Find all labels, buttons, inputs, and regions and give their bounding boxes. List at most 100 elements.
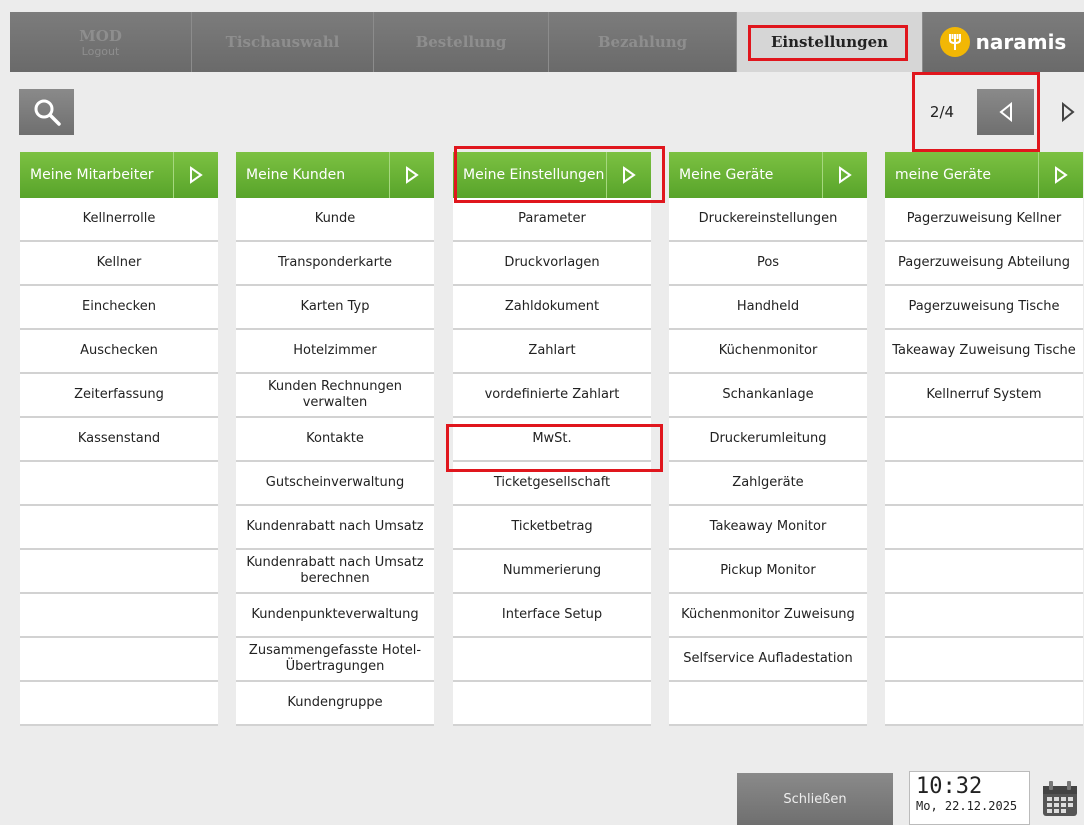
- tab-bestellung-label: Bestellung: [415, 33, 507, 51]
- menu-item[interactable]: Druckvorlagen: [453, 242, 651, 286]
- naramis-logo: naramis: [922, 12, 1084, 72]
- empty-menu-slot: [20, 550, 218, 594]
- previous-page-button[interactable]: [977, 89, 1034, 135]
- menu-item[interactable]: Kellnerrolle: [20, 198, 218, 242]
- arrow-left-icon: [998, 102, 1012, 122]
- menu-item[interactable]: Selfservice Aufladestation: [669, 638, 867, 682]
- empty-menu-slot: [453, 638, 651, 682]
- tab-mod-logout[interactable]: MOD Logout: [10, 12, 192, 72]
- menu-item[interactable]: Ticketbetrag: [453, 506, 651, 550]
- menu-item[interactable]: Transponderkarte: [236, 242, 434, 286]
- tab-tischauswahl[interactable]: Tischauswahl: [192, 12, 374, 72]
- menu-item[interactable]: Zahldokument: [453, 286, 651, 330]
- menu-item[interactable]: Einchecken: [20, 286, 218, 330]
- empty-menu-slot: [885, 638, 1083, 682]
- menu-item[interactable]: Zahlart: [453, 330, 651, 374]
- tab-mod-label: MOD: [79, 26, 122, 45]
- menu-column: Meine Kunden Kunde Transponderkarte Karten …: [236, 152, 434, 726]
- tab-einstellungen[interactable]: Einstellungen: [737, 12, 923, 72]
- menu-item[interactable]: Pagerzuweisung Tische: [885, 286, 1083, 330]
- empty-menu-slot: [885, 418, 1083, 462]
- menu-item[interactable]: Pickup Monitor: [669, 550, 867, 594]
- menu-item[interactable]: Zeiterfassung: [20, 374, 218, 418]
- menu-item[interactable]: Handheld: [669, 286, 867, 330]
- menu-column: meine Geräte Pagerzuweisung Kellner Pagerz…: [885, 152, 1083, 726]
- clock-time: 10:32: [916, 774, 983, 799]
- column-header[interactable]: Meine Geräte: [669, 152, 867, 198]
- calendar-icon[interactable]: [1040, 779, 1080, 819]
- menu-item[interactable]: Takeaway Monitor: [669, 506, 867, 550]
- menu-item[interactable]: Interface Setup: [453, 594, 651, 638]
- close-button[interactable]: Schließen: [737, 773, 893, 825]
- empty-menu-slot: [885, 594, 1083, 638]
- column-header[interactable]: Meine Mitarbeiter: [20, 152, 218, 198]
- menu-item[interactable]: Parameter: [453, 198, 651, 242]
- menu-item[interactable]: Kontakte: [236, 418, 434, 462]
- empty-menu-slot: [885, 506, 1083, 550]
- tab-bestellung[interactable]: Bestellung: [374, 12, 549, 72]
- column-title: meine Geräte: [895, 167, 991, 183]
- menu-column: Meine Geräte Druckereinstellungen Pos Handh…: [669, 152, 867, 726]
- menu-item[interactable]: Kunden Rechnungen verwalten: [236, 374, 434, 418]
- column-title: Meine Einstellungen: [463, 167, 605, 183]
- menu-item[interactable]: vordefinierte Zahlart: [453, 374, 651, 418]
- clock-date: Mo, 22.12.2025: [916, 799, 1018, 813]
- menu-item[interactable]: Kellner: [20, 242, 218, 286]
- column-header[interactable]: Meine Einstellungen: [453, 152, 651, 198]
- menu-item[interactable]: Auschecken: [20, 330, 218, 374]
- menu-item[interactable]: Kellnerruf System: [885, 374, 1083, 418]
- menu-item[interactable]: Pagerzuweisung Kellner: [885, 198, 1083, 242]
- menu-item[interactable]: Kunde: [236, 198, 434, 242]
- menu-item[interactable]: Ticketgesellschaft: [453, 462, 651, 506]
- column-header[interactable]: Meine Kunden: [236, 152, 434, 198]
- empty-menu-slot: [20, 594, 218, 638]
- empty-menu-slot: [885, 462, 1083, 506]
- menu-item[interactable]: Druckerumleitung: [669, 418, 867, 462]
- top-navigation-bar: MOD Logout Tischauswahl Bestellung Bezah…: [10, 12, 1084, 72]
- menu-item[interactable]: MwSt.: [453, 418, 651, 462]
- next-page-button[interactable]: [1039, 89, 1084, 135]
- arrow-right-icon[interactable]: [822, 152, 867, 198]
- menu-column: Meine Einstellungen Parameter Druckvorlage…: [453, 152, 651, 726]
- arrow-right-icon[interactable]: [173, 152, 218, 198]
- menu-item[interactable]: Karten Typ: [236, 286, 434, 330]
- menu-item[interactable]: Nummerierung: [453, 550, 651, 594]
- menu-item[interactable]: Kundengruppe: [236, 682, 434, 726]
- tab-logout-label: Logout: [81, 44, 120, 58]
- menu-item[interactable]: Küchenmonitor Zuweisung: [669, 594, 867, 638]
- menu-item[interactable]: Zusammengefasste Hotel-Übertragungen: [236, 638, 434, 682]
- fork-icon: [939, 27, 970, 57]
- empty-menu-slot: [20, 682, 218, 726]
- empty-menu-slot: [20, 638, 218, 682]
- arrow-right-icon[interactable]: [1038, 152, 1083, 198]
- empty-menu-slot: [453, 682, 651, 726]
- clock-display: 10:32 Mo, 22.12.2025: [909, 771, 1030, 825]
- empty-menu-slot: [885, 550, 1083, 594]
- menu-item[interactable]: Druckereinstellungen: [669, 198, 867, 242]
- empty-menu-slot: [20, 506, 218, 550]
- pager: 2/4: [912, 89, 1084, 135]
- menu-item[interactable]: Schankanlage: [669, 374, 867, 418]
- menu-item[interactable]: Küchenmonitor: [669, 330, 867, 374]
- menu-column: Meine Mitarbeiter Kellnerrolle Kellner Einc…: [20, 152, 218, 726]
- column-header[interactable]: meine Geräte: [885, 152, 1083, 198]
- search-button[interactable]: [19, 89, 74, 135]
- menu-item[interactable]: Kundenpunkteverwaltung: [236, 594, 434, 638]
- menu-item[interactable]: Takeaway Zuweisung Tische: [885, 330, 1083, 374]
- page-indicator: 2/4: [929, 103, 955, 121]
- menu-item[interactable]: Pos: [669, 242, 867, 286]
- arrow-right-icon: [1061, 102, 1075, 122]
- menu-item[interactable]: Zahlgeräte: [669, 462, 867, 506]
- menu-item[interactable]: Kundenrabatt nach Umsatz berechnen: [236, 550, 434, 594]
- empty-menu-slot: [20, 462, 218, 506]
- arrow-right-icon[interactable]: [389, 152, 434, 198]
- arrow-right-icon[interactable]: [606, 152, 651, 198]
- menu-item[interactable]: Pagerzuweisung Abteilung: [885, 242, 1083, 286]
- empty-menu-slot: [885, 682, 1083, 726]
- menu-item[interactable]: Kundenrabatt nach Umsatz: [236, 506, 434, 550]
- tab-bezahlung[interactable]: Bezahlung: [549, 12, 737, 72]
- menu-item[interactable]: Kassenstand: [20, 418, 218, 462]
- column-title: Meine Kunden: [246, 167, 346, 183]
- menu-item[interactable]: Gutscheinverwaltung: [236, 462, 434, 506]
- menu-item[interactable]: Hotelzimmer: [236, 330, 434, 374]
